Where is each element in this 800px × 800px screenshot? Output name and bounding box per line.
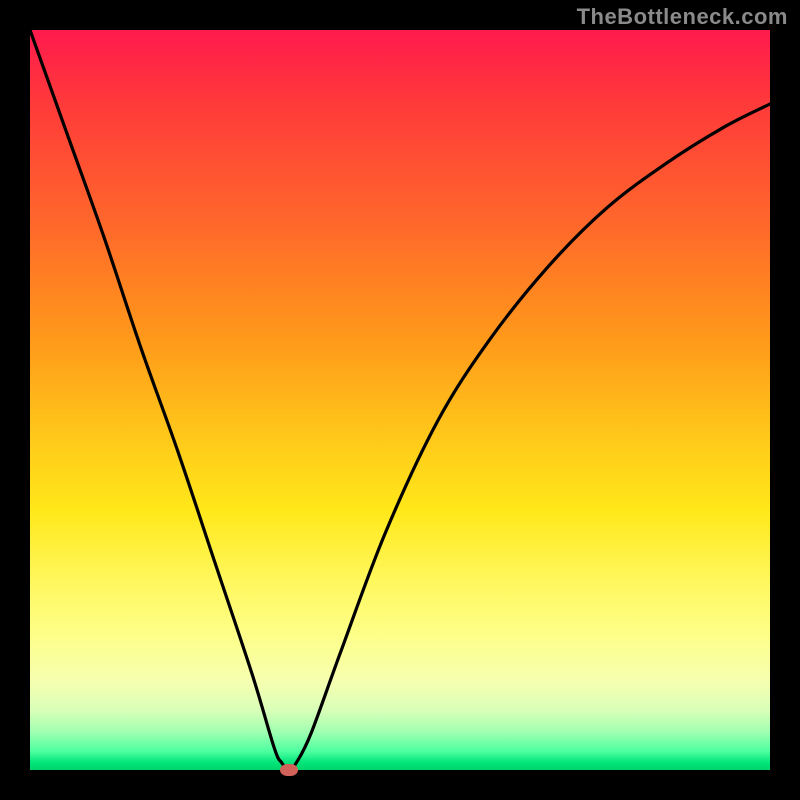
curve-path	[30, 30, 770, 770]
chart-frame: TheBottleneck.com	[0, 0, 800, 800]
plot-area	[30, 30, 770, 770]
optimal-marker	[280, 764, 298, 776]
bottleneck-curve	[30, 30, 770, 770]
watermark-text: TheBottleneck.com	[577, 4, 788, 30]
